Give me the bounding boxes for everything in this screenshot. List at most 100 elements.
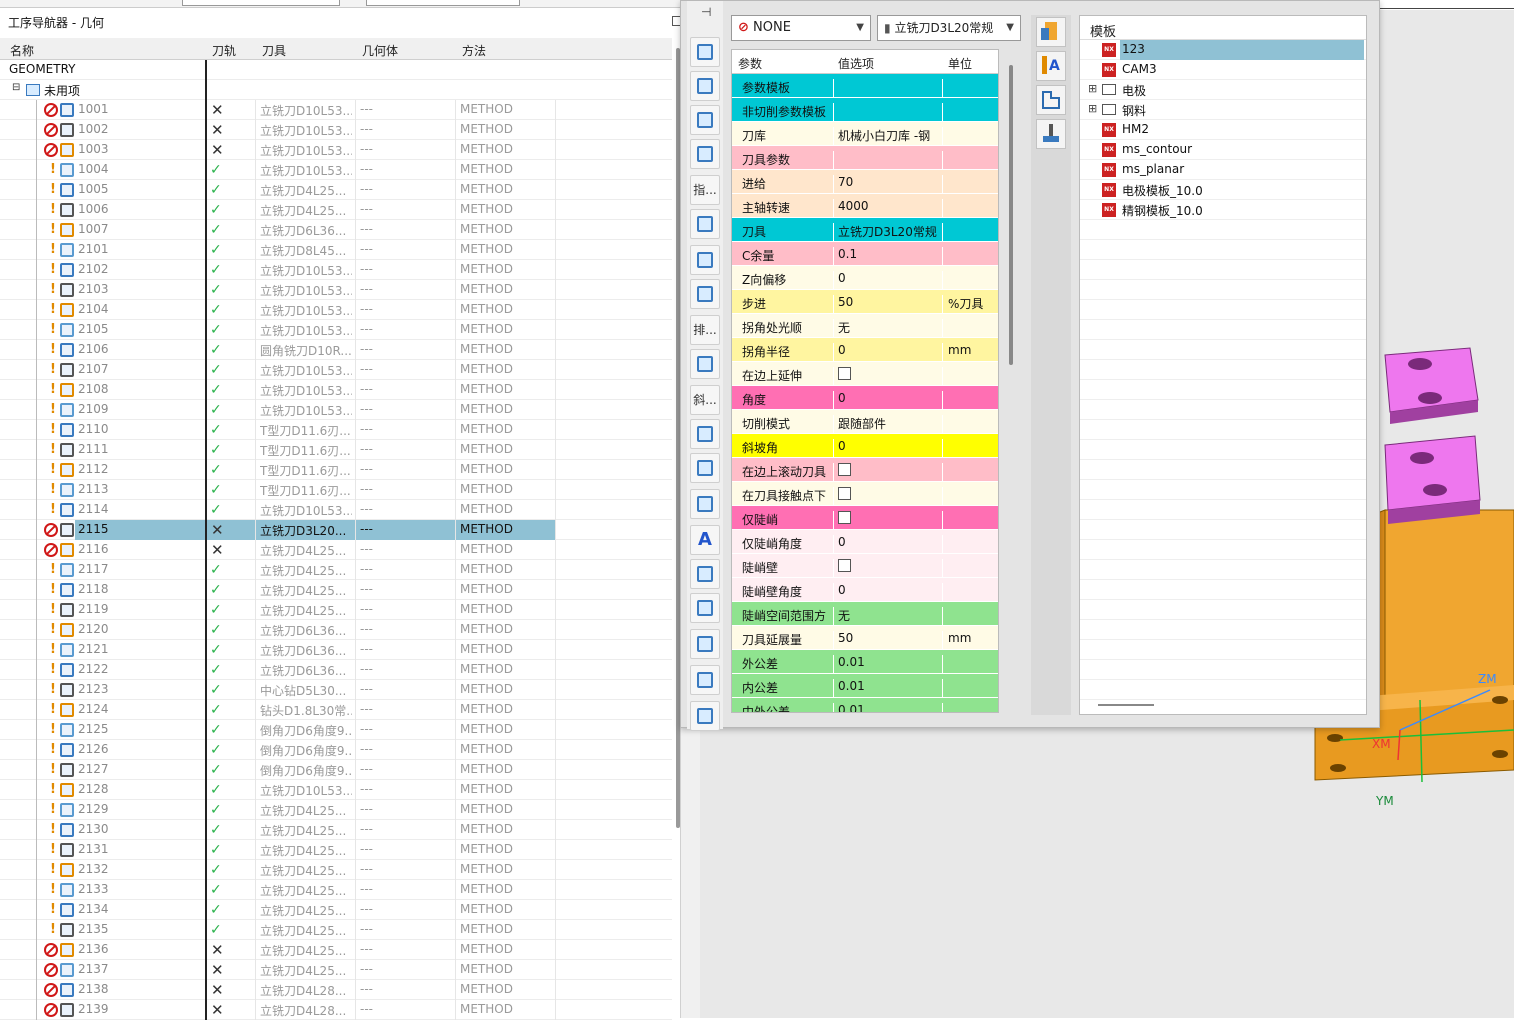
param-row[interactable]: 外公差 0.01 — [732, 650, 998, 679]
table-row[interactable]: 1002 ✕ 立铣刀D10L53... --- METHOD — [0, 120, 672, 140]
table-row[interactable]: ! 2122 ✓ 立铣刀D6L36... --- METHOD — [0, 660, 672, 680]
table-row[interactable]: ! 2134 ✓ 立铣刀D4L25... --- METHOD — [0, 900, 672, 920]
param-row[interactable]: 在边上延伸 — [732, 362, 998, 391]
table-row[interactable]: 1003 ✕ 立铣刀D10L53... --- METHOD — [0, 140, 672, 160]
param-row[interactable]: 刀具参数 — [732, 146, 998, 175]
param-row[interactable]: 在刀具接触点下 — [732, 482, 998, 511]
param-row[interactable]: 陡峭壁 — [732, 554, 998, 583]
method-dropdown[interactable]: ⊘ NONE ▼ — [731, 15, 871, 41]
table-row[interactable]: ! 2108 ✓ 立铣刀D10L53... --- METHOD — [0, 380, 672, 400]
param-row[interactable]: 步进 50 %刀具 — [732, 290, 998, 319]
table-row[interactable]: 2137 ✕ 立铣刀D4L25... --- METHOD — [0, 960, 672, 980]
table-row[interactable]: ! 2132 ✓ 立铣刀D4L25... --- METHOD — [0, 860, 672, 880]
col-name[interactable]: 名称 — [10, 42, 34, 59]
param-row[interactable]: 角度 0 — [732, 386, 998, 415]
param-row[interactable]: 刀具延展量 50 mm — [732, 626, 998, 655]
template-item[interactable]: NX 电极模板_10.0 — [1080, 180, 1366, 200]
list-lightning-icon[interactable] — [690, 559, 720, 589]
param-row[interactable]: 陡峭空间范围方无 — [732, 602, 998, 631]
table-row[interactable]: 2115 ✕ 立铣刀D3L20... --- METHOD — [0, 520, 672, 540]
param-value[interactable]: 50 — [838, 631, 944, 645]
top-input-2[interactable] — [366, 0, 520, 6]
top-input-1[interactable] — [182, 0, 340, 6]
up-arrow-icon[interactable] — [690, 71, 720, 101]
table-row[interactable]: ! 2107 ✓ 立铣刀D10L53... --- METHOD — [0, 360, 672, 380]
col-value[interactable]: 值选项 — [838, 55, 874, 72]
operation-icon[interactable] — [690, 349, 720, 379]
param-value[interactable]: 机械小白刀库 -钢 — [838, 127, 944, 144]
table-row[interactable]: ! 1006 ✓ 立铣刀D4L25... --- METHOD — [0, 200, 672, 220]
panel-dock-icon[interactable] — [672, 16, 680, 26]
template-hscrollbar[interactable] — [1098, 704, 1154, 706]
param-row[interactable]: 斜坡角 0 — [732, 434, 998, 463]
col-method[interactable]: 方法 — [462, 42, 486, 59]
table-row[interactable]: ! 2112 ✓ T型刀D11.6刃... --- METHOD — [0, 460, 672, 480]
hierarchy-icon[interactable] — [690, 37, 720, 67]
param-row[interactable]: 拐角处光顺 无 — [732, 314, 998, 343]
param-value[interactable]: 70 — [838, 175, 944, 189]
expand-icon[interactable]: ⊞ — [1088, 102, 1097, 115]
machine-icon[interactable] — [1036, 119, 1066, 149]
template-item[interactable]: NX HM2 — [1080, 120, 1366, 140]
template-edit-icon[interactable]: A — [1036, 51, 1066, 81]
param-value[interactable]: 0 — [838, 391, 944, 405]
param-value[interactable]: 0 — [838, 439, 944, 453]
group-row[interactable]: ⊟ 未用项 — [0, 80, 672, 100]
param-value[interactable]: 4000 — [838, 199, 944, 213]
drill-icon[interactable] — [690, 593, 720, 623]
cube-icon[interactable] — [690, 419, 720, 449]
param-checkbox[interactable] — [838, 487, 851, 500]
param-value[interactable]: 0.1 — [838, 247, 944, 261]
param-row[interactable]: 中外公差 0.01 — [732, 698, 998, 712]
param-row[interactable]: 仅陡峭角度 0 — [732, 530, 998, 559]
table-row[interactable]: ! 2110 ✓ T型刀D11.6刃... --- METHOD — [0, 420, 672, 440]
param-row[interactable]: 在边上滚动刀具 — [732, 458, 998, 487]
table-row[interactable]: ! 2133 ✓ 立铣刀D4L25... --- METHOD — [0, 880, 672, 900]
sort-button[interactable]: 排... — [690, 315, 720, 345]
pin-icon[interactable]: ⊣ — [701, 5, 711, 19]
table-row[interactable]: ! 2135 ✓ 立铣刀D4L25... --- METHOD — [0, 920, 672, 940]
template-item[interactable]: NX ms_contour — [1080, 140, 1366, 160]
col-path[interactable]: 刀轨 — [212, 42, 236, 59]
param-value[interactable]: 0.01 — [838, 703, 944, 712]
cut-icon[interactable] — [690, 453, 720, 483]
template-item[interactable]: NX 123 — [1080, 40, 1366, 60]
param-value[interactable]: 立铣刀D3L20常规 — [838, 223, 944, 240]
table-row[interactable]: ! 2129 ✓ 立铣刀D4L25... --- METHOD — [0, 800, 672, 820]
profile-icon[interactable] — [1036, 85, 1066, 115]
folder-icon[interactable] — [690, 701, 720, 731]
template-item[interactable]: NX ms_planar — [1080, 160, 1366, 180]
param-value[interactable]: 0 — [838, 535, 944, 549]
table-row[interactable]: 2139 ✕ 立铣刀D4L28... --- METHOD — [0, 1000, 672, 1020]
table-row[interactable]: 2138 ✕ 立铣刀D4L28... --- METHOD — [0, 980, 672, 1000]
col-param[interactable]: 参数 — [738, 55, 762, 72]
param-row[interactable]: 刀库 机械小白刀库 -钢 — [732, 122, 998, 151]
param-row[interactable]: 仅陡峭 — [732, 506, 998, 535]
table-row[interactable]: ! 2126 ✓ 倒角刀D6角度9... --- METHOD — [0, 740, 672, 760]
table-row[interactable]: ! 2120 ✓ 立铣刀D6L36... --- METHOD — [0, 620, 672, 640]
param-value[interactable]: 0.01 — [838, 679, 944, 693]
param-value[interactable]: 无 — [838, 607, 944, 624]
param-row[interactable]: 非切削参数模板 — [732, 98, 998, 127]
param-row[interactable]: 刀具 立铣刀D3L20常规 — [732, 218, 998, 247]
param-value[interactable]: 0.01 — [838, 655, 944, 669]
col-unit[interactable]: 单位 — [948, 55, 972, 72]
param-checkbox[interactable] — [838, 511, 851, 524]
delete-tool-icon[interactable] — [690, 139, 720, 169]
table-row[interactable]: ! 2118 ✓ 立铣刀D4L25... --- METHOD — [0, 580, 672, 600]
table-row[interactable]: ! 2102 ✓ 立铣刀D10L53... --- METHOD — [0, 260, 672, 280]
param-value[interactable]: 0 — [838, 271, 944, 285]
table-row[interactable]: 2116 ✕ 立铣刀D4L25... --- METHOD — [0, 540, 672, 560]
param-row[interactable]: 主轴转速 4000 — [732, 194, 998, 223]
ramp-button[interactable]: 斜... — [690, 385, 720, 415]
geometry-box-icon[interactable] — [690, 105, 720, 135]
template-item[interactable]: NX 精钢模板_10.0 — [1080, 200, 1366, 220]
text-a-icon[interactable]: A — [690, 525, 720, 555]
param-value[interactable]: 跟随部件 — [838, 415, 944, 432]
assign-button[interactable]: 指... — [690, 175, 720, 205]
param-row[interactable]: 切削模式 跟随部件 — [732, 410, 998, 439]
table-row[interactable]: ! 2121 ✓ 立铣刀D6L36... --- METHOD — [0, 640, 672, 660]
table-row[interactable]: ! 2125 ✓ 倒角刀D6角度9... --- METHOD — [0, 720, 672, 740]
table-row[interactable]: ! 2117 ✓ 立铣刀D4L25... --- METHOD — [0, 560, 672, 580]
add-tool-icon[interactable] — [690, 629, 720, 659]
